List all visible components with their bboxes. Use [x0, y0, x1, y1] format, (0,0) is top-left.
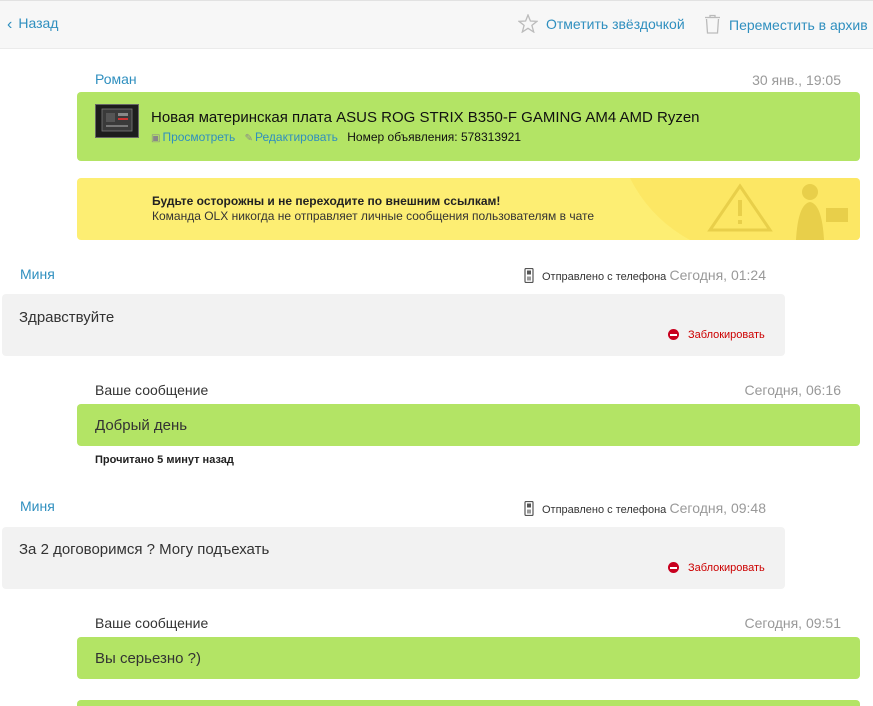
top-action-bar: ‹ Назад Отметить звёздочкой Переместить в…	[0, 0, 873, 49]
block-user-button[interactable]: Заблокировать	[668, 329, 765, 341]
warning-text: Команда OLX никогда не отправляет личные…	[152, 209, 595, 223]
own-message-bubble: Вы серьезно ?)	[77, 637, 860, 679]
own-message-label: Ваше сообщение	[95, 615, 209, 631]
view-ad-link[interactable]: Просмотреть	[162, 130, 235, 144]
star-button[interactable]: Отметить звёздочкой	[517, 13, 685, 34]
message-time: Сегодня, 01:24	[669, 267, 766, 283]
chevron-left-icon: ‹	[7, 16, 13, 33]
pencil-icon: ✎	[244, 133, 254, 144]
message-time: Сегодня, 06:16	[744, 382, 841, 398]
view-icon: ▣	[151, 133, 161, 144]
star-label: Отметить звёздочкой	[546, 16, 685, 32]
block-icon	[668, 562, 679, 573]
block-label: Заблокировать	[688, 562, 765, 574]
sent-from-phone: Отправлено с телефона	[524, 500, 667, 517]
star-icon	[517, 13, 539, 34]
sent-from-phone-label: Отправлено с телефона	[542, 504, 667, 516]
ad-title[interactable]: Новая материнская плата ASUS ROG STRIX B…	[151, 109, 700, 126]
back-button[interactable]: ‹ Назад	[7, 15, 59, 33]
message-text: Здравствуйте	[19, 309, 115, 326]
message-text: Вы серьезно ?)	[95, 650, 201, 667]
incoming-message-bubble: Здравствуйте Заблокировать	[2, 294, 785, 356]
warning-banner: Будьте осторожны и не переходите по внеш…	[77, 178, 860, 240]
own-message-label: Ваше сообщение	[95, 382, 209, 398]
message-time: Сегодня, 09:51	[744, 615, 841, 631]
message-text: За 2 договоримся ? Могу подъехать	[19, 541, 270, 558]
own-message-bubble: Добрый день	[77, 404, 860, 446]
warning-illustration-icon	[630, 178, 860, 240]
archive-label: Переместить в архив	[729, 17, 868, 33]
own-message-bubble-partial	[77, 700, 860, 706]
ad-card: Новая материнская плата ASUS ROG STRIX B…	[77, 92, 860, 161]
block-icon	[668, 329, 679, 340]
message-sender-name[interactable]: Миня	[20, 266, 55, 282]
block-user-button[interactable]: Заблокировать	[668, 562, 765, 574]
trash-icon	[705, 14, 720, 34]
phone-icon	[524, 500, 534, 517]
sent-from-phone-label: Отправлено с телефона	[542, 271, 667, 283]
ad-sender-name[interactable]: Роман	[95, 71, 137, 87]
back-label: Назад	[18, 15, 59, 31]
ad-number: Номер объявления: 578313921	[347, 130, 522, 144]
edit-ad-link[interactable]: Редактировать	[255, 130, 338, 144]
phone-icon	[524, 267, 534, 284]
ad-time: 30 янв., 19:05	[752, 72, 841, 88]
block-label: Заблокировать	[688, 329, 765, 341]
message-sender-name[interactable]: Миня	[20, 498, 55, 514]
message-text: Добрый день	[95, 417, 188, 434]
ad-links: ▣ Просмотреть ✎ Редактировать Номер объявл…	[151, 130, 521, 144]
ad-thumbnail[interactable]	[95, 104, 139, 138]
message-time: Сегодня, 09:48	[669, 500, 766, 516]
warning-title: Будьте осторожны и не переходите по внеш…	[152, 194, 501, 208]
read-status: Прочитано 5 минут назад	[95, 454, 234, 466]
incoming-message-bubble: За 2 договоримся ? Могу подъехать Заблок…	[2, 527, 785, 589]
sent-from-phone: Отправлено с телефона	[524, 267, 667, 284]
archive-button[interactable]: Переместить в архив	[704, 14, 868, 34]
